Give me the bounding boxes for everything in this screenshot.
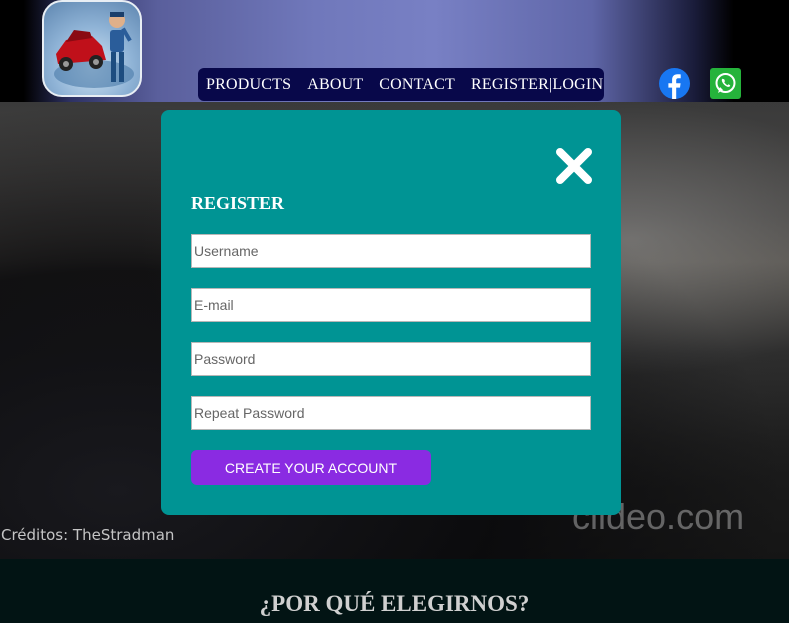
site-header: PRODUCTS ABOUT CONTACT REGISTER|LOGIN bbox=[0, 0, 789, 102]
register-modal: REGISTER CREATE YOUR ACCOUNT bbox=[161, 110, 621, 515]
facebook-link[interactable] bbox=[659, 68, 690, 99]
whatsapp-link[interactable] bbox=[710, 68, 741, 99]
repeat-password-field[interactable] bbox=[191, 396, 591, 430]
close-modal-button[interactable] bbox=[554, 146, 594, 186]
why-us-title: ¿POR QUÉ ELEGIRNOS? bbox=[259, 591, 530, 616]
nav-about[interactable]: ABOUT bbox=[307, 76, 363, 94]
register-title: REGISTER bbox=[191, 193, 285, 213]
nav-register-login[interactable]: REGISTER|LOGIN bbox=[471, 76, 603, 94]
whatsapp-icon bbox=[710, 68, 741, 99]
password-field[interactable] bbox=[191, 342, 591, 376]
email-field[interactable] bbox=[191, 288, 591, 322]
facebook-icon bbox=[659, 68, 690, 99]
video-credits: Créditos: TheStradman bbox=[1, 526, 175, 544]
site-logo[interactable] bbox=[42, 0, 142, 97]
nav-contact[interactable]: CONTACT bbox=[379, 76, 455, 94]
close-icon bbox=[556, 148, 592, 184]
username-field[interactable] bbox=[191, 234, 591, 268]
mechanic-car-logo-icon bbox=[54, 12, 134, 88]
main-nav: PRODUCTS ABOUT CONTACT REGISTER|LOGIN bbox=[198, 68, 604, 101]
create-account-button[interactable]: CREATE YOUR ACCOUNT bbox=[191, 450, 431, 485]
why-us-section: ¿POR QUÉ ELEGIRNOS? bbox=[0, 559, 789, 623]
nav-products[interactable]: PRODUCTS bbox=[206, 76, 291, 94]
